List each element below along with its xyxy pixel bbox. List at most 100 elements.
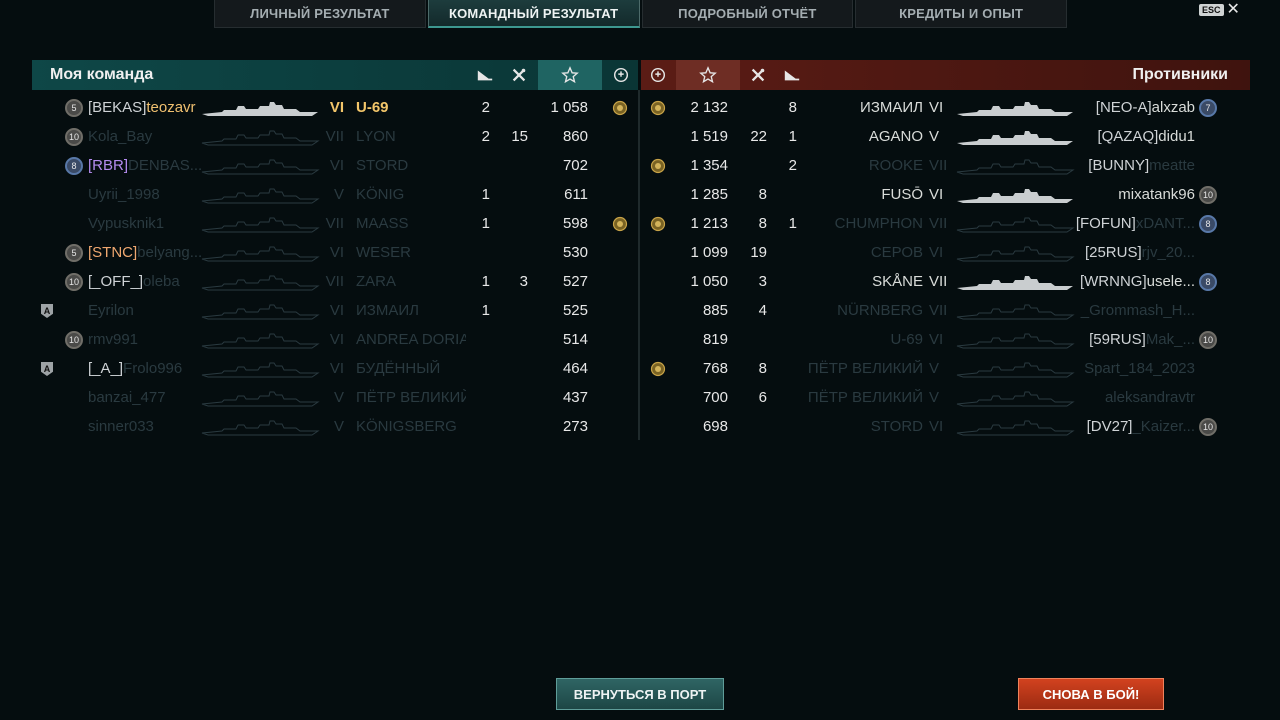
frags-column-header[interactable] [743, 60, 773, 90]
xp-value: 437 [562, 389, 588, 406]
ally-row[interactable]: A [_A_]Frolo996 VI БУДЁННЫЙ 464 [32, 355, 638, 384]
star-icon [561, 66, 579, 84]
enemy-row[interactable]: 700 6 ПЁТР ВЕЛИКИЙ Valeksandravtr [641, 384, 1250, 413]
enemy-row[interactable]: 1 099 19 СЕРОВ VI [25RUS]rjv_20... [641, 239, 1250, 268]
ship-name: LYON [356, 128, 396, 145]
player-nick: _Kaizer... [1132, 418, 1195, 435]
medal-icon [613, 67, 629, 83]
player-name[interactable]: [59RUS]Mak_... [1071, 331, 1195, 348]
enemy-row[interactable]: 2 132 8 ИЗМАИЛ VI [NEO-A]alxzab 7 [641, 94, 1250, 123]
player-name[interactable]: [BEKAS]teozavr [88, 99, 204, 116]
medal-icon[interactable] [650, 216, 666, 232]
player-name[interactable]: [FOFUN]xDANT... [1071, 215, 1195, 232]
planes-value: 1 [481, 186, 490, 203]
medal-column-header[interactable] [641, 60, 675, 90]
player-name[interactable]: [STNC]belyang... [88, 244, 204, 261]
enemy-row[interactable]: 1 213 8 1 CHUMPHON VII [FOFUN]xDANT... 8 [641, 210, 1250, 239]
player-name[interactable]: [_A_]Frolo996 [88, 360, 204, 377]
return-to-port-button[interactable]: ВЕРНУТЬСЯ В ПОРТ [556, 678, 724, 710]
player-name[interactable]: rmv991 [88, 331, 204, 348]
player-name[interactable]: Spart_184_2023 [1071, 360, 1195, 377]
ally-row[interactable]: banzai_477 V ПЁТР ВЕЛИКИЙ 437 [32, 384, 638, 413]
player-name[interactable]: [WRNNG]usele... [1071, 273, 1195, 290]
clan-tag: [WRNNG] [1079, 273, 1147, 290]
enemy-row[interactable]: 885 4 NÜRNBERG VII _Grommash_H... [641, 297, 1250, 326]
enemy-row[interactable]: 768 8 ПЁТР ВЕЛИКИЙ V Spart_184_2023 [641, 355, 1250, 384]
player-name[interactable]: banzai_477 [88, 389, 204, 406]
close-control[interactable]: ESC ✕ [1199, 2, 1240, 18]
ship-tier: VII [325, 273, 344, 290]
clan-tag: [_A_] [88, 360, 124, 377]
ship-name: ROOKE [868, 157, 923, 174]
enemy-row[interactable]: 1 050 3 SKÅNE VII [WRNNG]usele... 8 [641, 268, 1250, 297]
ship-name: БУДЁННЫЙ [356, 360, 441, 377]
xp-value: 1 050 [690, 273, 728, 290]
ally-row[interactable]: 5 [STNC]belyang... VI WESER 530 [32, 239, 638, 268]
tab-1[interactable]: ЛИЧНЫЙ РЕЗУЛЬТАТ [214, 0, 426, 28]
rank-badge-icon: 10 [65, 331, 83, 349]
tab-4[interactable]: КРЕДИТЫ И ОПЫТ [855, 0, 1067, 28]
player-name[interactable]: [RBR]DENBAS... [88, 157, 204, 174]
medal-icon[interactable] [612, 100, 628, 116]
ally-row[interactable]: Uyrii_1998 V KÖNIG 1 611 [32, 181, 638, 210]
medal-icon[interactable] [650, 100, 666, 116]
planes-column-header[interactable] [470, 60, 500, 90]
player-name[interactable]: Kola_Bay [88, 128, 204, 145]
frags-column-header[interactable] [504, 60, 534, 90]
medal-icon[interactable] [650, 158, 666, 174]
xp-value: 885 [702, 302, 728, 319]
player-nick: rjv_20... [1141, 244, 1195, 261]
player-name[interactable]: [25RUS]rjv_20... [1071, 244, 1195, 261]
tab-3[interactable]: ПОДРОБНЫЙ ОТЧЁТ [641, 0, 854, 28]
planes-value: 2 [481, 128, 490, 145]
medal-icon[interactable] [612, 216, 628, 232]
ally-row[interactable]: 10 Kola_Bay VII LYON 2 15 860 [32, 123, 638, 152]
xp-value: 2 132 [690, 99, 728, 116]
planes-column-header[interactable] [777, 60, 807, 90]
xp-value: 698 [702, 418, 728, 435]
enemy-row[interactable]: 1 519 22 1 AGANO V [QAZAQ]didu1 [641, 123, 1250, 152]
ally-row[interactable]: 10 rmv991 VI ANDREA DORIA 514 [32, 326, 638, 355]
player-name[interactable]: Eyrilon [88, 302, 204, 319]
ally-row[interactable]: 5 [BEKAS]teozavr VI U-69 2 1 058 [32, 94, 638, 123]
ally-row[interactable]: 10 [_OFF_]oleba VII ZARA 1 3 527 [32, 268, 638, 297]
player-name[interactable]: [BUNNY]meatte [1071, 157, 1195, 174]
ship-name: AGANO [868, 128, 923, 145]
player-name[interactable]: Uyrii_1998 [88, 186, 204, 203]
rank-badge-icon: 7 [1199, 99, 1217, 117]
ship-name: ПЁТР ВЕЛИКИЙ [356, 389, 466, 406]
enemy-row[interactable]: 1 285 8 FUSŌ VI mixatank96 10 [641, 181, 1250, 210]
enemy-row[interactable]: 819 U-69 VI [59RUS]Mak_... 10 [641, 326, 1250, 355]
player-name[interactable]: [NEO-A]alxzab [1071, 99, 1195, 116]
player-nick: sinner033 [88, 418, 154, 435]
ship-tier: VII [325, 215, 344, 232]
player-name[interactable]: mixatank96 [1071, 186, 1195, 203]
ally-row[interactable]: Vypusknik1 VII MAASS 1 598 [32, 210, 638, 239]
close-icon[interactable]: ✕ [1227, 2, 1240, 18]
xp-value: 611 [564, 186, 588, 203]
player-name[interactable]: aleksandravtr [1071, 389, 1195, 406]
xp-column-header[interactable] [538, 60, 602, 90]
ship-silhouette [201, 275, 320, 291]
player-name[interactable]: Vypusknik1 [88, 215, 204, 232]
player-name[interactable]: [DV27]_Kaizer... [1071, 418, 1195, 435]
ship-silhouette [956, 246, 1075, 262]
medal-icon[interactable] [650, 361, 666, 377]
ally-row[interactable]: A Eyrilon VI ИЗМАИЛ 1 525 [32, 297, 638, 326]
player-nick: usele... [1146, 273, 1195, 290]
medal-column-header[interactable] [604, 60, 638, 90]
player-name[interactable]: sinner033 [88, 418, 204, 435]
xp-value: 514 [562, 331, 588, 348]
xp-column-header[interactable] [676, 60, 740, 90]
player-nick: Mak_... [1145, 331, 1195, 348]
player-name[interactable]: [QAZAQ]didu1 [1071, 128, 1195, 145]
ally-row[interactable]: 8 [RBR]DENBAS... VI STORD 702 [32, 152, 638, 181]
enemy-row[interactable]: 1 354 2 ROOKE VII [BUNNY]meatte [641, 152, 1250, 181]
player-name[interactable]: [_OFF_]oleba [88, 273, 204, 290]
ally-row[interactable]: sinner033 V KÖNIGSBERG 273 [32, 413, 638, 442]
tab-2[interactable]: КОМАНДНЫЙ РЕЗУЛЬТАТ [427, 0, 640, 28]
rank-badge-icon: 10 [65, 273, 83, 291]
battle-again-button[interactable]: СНОВА В БОЙ! [1018, 678, 1164, 710]
enemy-row[interactable]: 698 STORD VI [DV27]_Kaizer... 10 [641, 413, 1250, 442]
player-name[interactable]: _Grommash_H... [1071, 302, 1195, 319]
